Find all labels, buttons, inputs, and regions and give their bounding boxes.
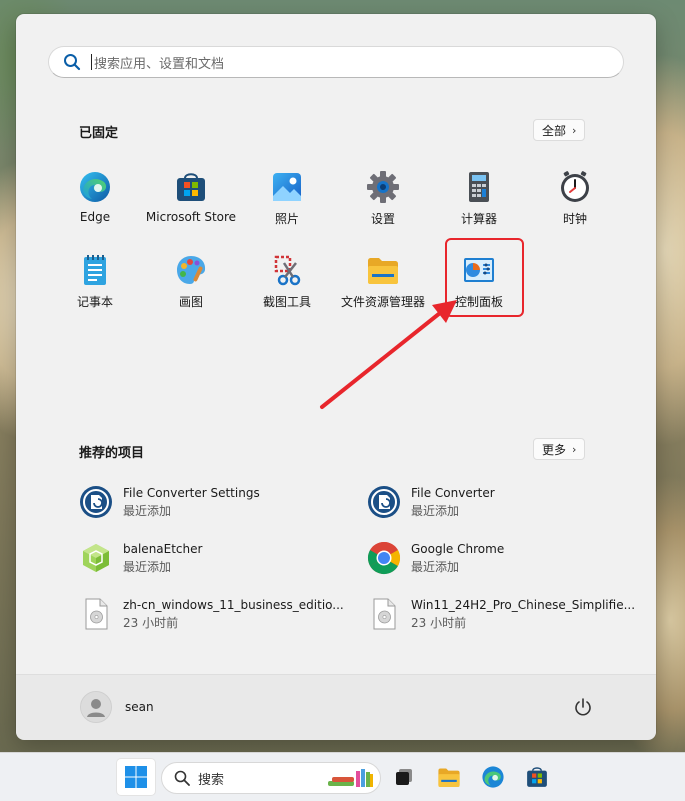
taskbar-file-explorer[interactable]: [430, 759, 468, 795]
start-menu-footer: sean: [16, 674, 656, 740]
app-label: 照片: [274, 212, 299, 226]
app-label: Microsoft Store: [145, 210, 237, 224]
pinned-app-microsoft-store[interactable]: Microsoft Store: [144, 164, 238, 234]
pinned-app-photos[interactable]: 照片: [240, 164, 334, 234]
pinned-app-clock[interactable]: 时钟: [528, 164, 622, 234]
text-cursor: [91, 54, 92, 70]
store-icon: [177, 173, 205, 201]
search-icon: [174, 770, 190, 786]
search-icon: [64, 54, 81, 71]
more-button[interactable]: 更多 ›: [533, 438, 586, 460]
user-name: sean: [125, 700, 154, 714]
clock-icon: [561, 171, 589, 202]
start-button[interactable]: [117, 759, 155, 795]
folder-icon: [368, 258, 398, 284]
pinned-app-paint[interactable]: 画图: [144, 247, 238, 317]
windows-logo-icon: [125, 766, 147, 788]
all-apps-button[interactable]: 全部 ›: [533, 119, 586, 141]
app-label: 设置: [370, 212, 395, 226]
app-label: 计算器: [460, 212, 497, 226]
recommended-item[interactable]: File Converter Settings 最近添加: [79, 480, 349, 524]
recommended-item[interactable]: balenaEtcher 最近添加: [79, 536, 349, 580]
store-icon: [527, 767, 547, 787]
taskbar-search[interactable]: 搜索: [161, 762, 381, 794]
app-label: 文件资源管理器: [340, 295, 425, 309]
chrome-icon: [367, 541, 401, 575]
recommended-item-name: Win11_24H2_Pro_Chinese_Simplifie...: [411, 597, 636, 612]
edge-icon: [482, 766, 504, 788]
recommended-item-time: 最近添加: [123, 503, 172, 518]
search-placeholder: 搜索应用、设置和文档: [94, 56, 225, 72]
calculator-icon: [469, 172, 489, 202]
power-icon[interactable]: [573, 697, 593, 717]
taskbar-microsoft-store[interactable]: [518, 759, 556, 795]
recommended-item-time: 最近添加: [123, 559, 172, 574]
taskbar-task-view[interactable]: [385, 759, 423, 795]
app-label: 记事本: [76, 295, 113, 309]
app-label: 时钟: [562, 212, 587, 226]
recommended-item-name: Google Chrome: [411, 541, 505, 556]
app-label: Edge: [79, 210, 111, 224]
recommended-item[interactable]: zh-cn_windows_11_business_editio... 23 小…: [79, 592, 349, 636]
all-apps-label: 全部: [542, 123, 567, 138]
recommended-item-name: File Converter: [411, 485, 495, 500]
pinned-title: 已固定: [79, 126, 119, 141]
pinned-app-snipping-tool[interactable]: 截图工具: [240, 247, 334, 317]
pinned-app-settings[interactable]: 设置: [336, 164, 430, 234]
pinned-app-calculator[interactable]: 计算器: [432, 164, 526, 234]
recommended-item[interactable]: File Converter 最近添加: [367, 480, 637, 524]
recommended-item-time: 23 小时前: [411, 615, 467, 630]
recommended-item-time: 23 小时前: [123, 615, 179, 630]
photos-icon: [273, 173, 301, 201]
recommended-item-time: 最近添加: [411, 559, 460, 574]
taskbar-edge[interactable]: [474, 759, 512, 795]
snipping-tool-icon: [274, 255, 301, 286]
recommended-title: 推荐的项目: [79, 446, 145, 461]
file-converter-icon: [80, 486, 112, 518]
recommended-item-time: 最近添加: [411, 503, 460, 518]
recommended-item[interactable]: Google Chrome 最近添加: [367, 536, 637, 580]
start-search-box[interactable]: 搜索应用、设置和文档: [48, 46, 624, 78]
folder-icon: [438, 768, 460, 787]
taskbar-search-label: 搜索: [198, 772, 225, 788]
avatar-icon: [80, 691, 112, 723]
disc-image-file-icon: [373, 598, 396, 630]
taskbar: 搜索: [0, 752, 685, 801]
app-label: 画图: [178, 295, 203, 309]
user-account-button[interactable]: sean: [80, 691, 154, 723]
more-label: 更多: [542, 442, 567, 457]
pinned-app-notepad[interactable]: 记事本: [48, 247, 142, 317]
notepad-icon: [84, 255, 106, 285]
chevron-right-icon: ›: [572, 123, 577, 137]
pinned-app-file-explorer[interactable]: 文件资源管理器: [336, 247, 430, 317]
chevron-right-icon: ›: [572, 442, 577, 456]
recommended-item[interactable]: Win11_24H2_Pro_Chinese_Simplifie... 23 小…: [367, 592, 637, 636]
app-label: 截图工具: [262, 295, 311, 309]
settings-gear-icon: [367, 171, 399, 203]
task-view-icon: [396, 769, 412, 785]
recommended-item-name: File Converter Settings: [123, 485, 260, 500]
books-highlight-icon: [328, 769, 373, 787]
recommended-item-name: zh-cn_windows_11_business_editio...: [123, 597, 344, 612]
recommended-item-name: balenaEtcher: [123, 541, 203, 556]
file-converter-icon: [368, 486, 400, 518]
edge-icon: [80, 172, 110, 202]
paint-icon: [177, 256, 206, 284]
highlight-box: [445, 238, 524, 317]
pinned-app-edge[interactable]: Edge: [48, 164, 142, 234]
disc-image-file-icon: [85, 598, 108, 630]
balena-etcher-icon: [83, 544, 109, 572]
start-menu: 搜索应用、设置和文档 已固定 全部 › Edge Microsoft Store: [16, 14, 656, 740]
